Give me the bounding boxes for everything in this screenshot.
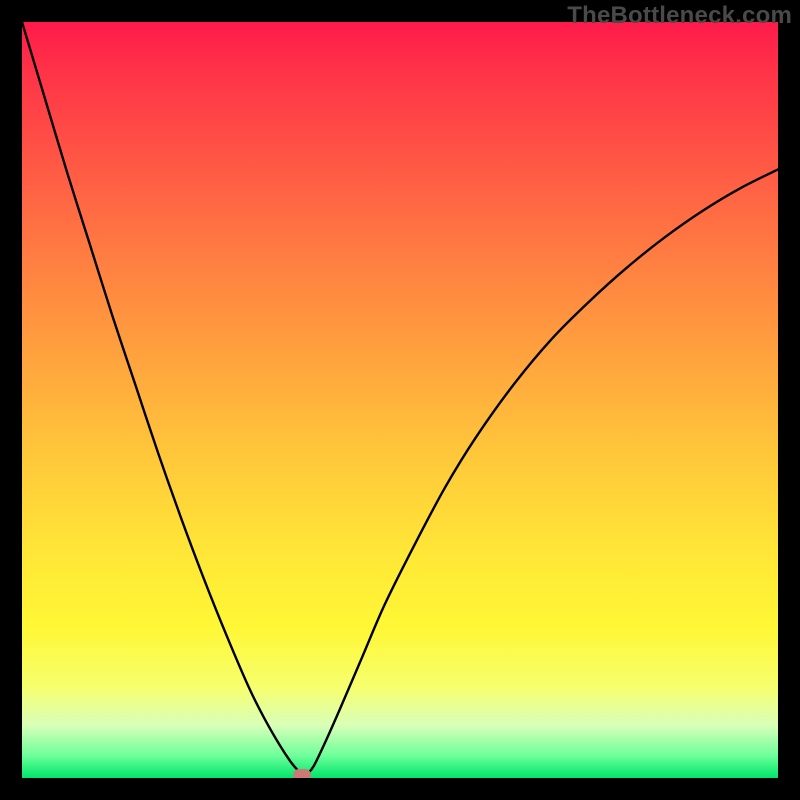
watermark-text: TheBottleneck.com bbox=[567, 2, 792, 30]
chart-frame: TheBottleneck.com bbox=[0, 0, 800, 800]
bottleneck-curve bbox=[22, 22, 778, 776]
minimum-marker bbox=[293, 769, 311, 778]
plot-area bbox=[22, 22, 778, 778]
curve-svg bbox=[22, 22, 778, 778]
